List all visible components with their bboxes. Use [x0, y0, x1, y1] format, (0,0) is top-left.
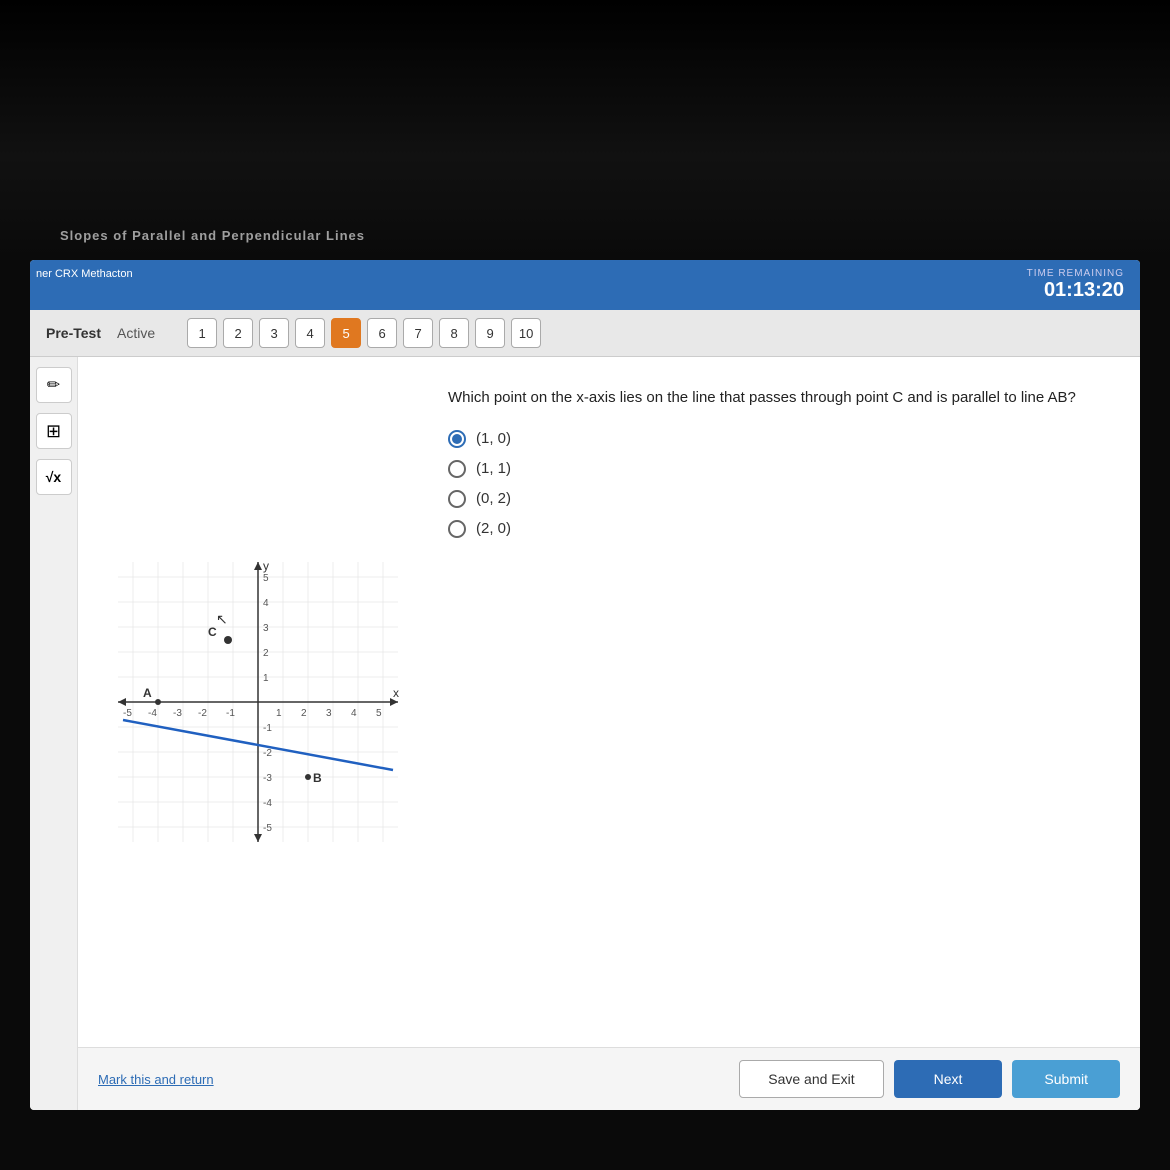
next-button[interactable]: Next: [894, 1060, 1003, 1098]
svg-text:1: 1: [276, 708, 282, 719]
formula-tool-button[interactable]: √x: [36, 459, 72, 495]
svg-text:2: 2: [301, 708, 307, 719]
mark-return-link[interactable]: Mark this and return: [98, 1072, 214, 1087]
active-label: Active: [117, 325, 155, 341]
svg-text:A: A: [143, 686, 152, 700]
svg-text:1: 1: [263, 673, 269, 684]
svg-text:2: 2: [263, 648, 269, 659]
svg-text:3: 3: [326, 708, 332, 719]
bottom-buttons: Save and Exit Next Submit: [739, 1060, 1120, 1098]
time-remaining-block: TIME REMAINING 01:13:20: [1027, 268, 1124, 302]
top-bar: TIME REMAINING 01:13:20: [30, 260, 1140, 310]
coordinate-graph: x y 1 2 3 4 5 -1 -2 -3 -4 -5: [108, 552, 408, 852]
answer-option-3[interactable]: (0, 2): [448, 490, 1120, 508]
q-num-9[interactable]: 9: [475, 318, 505, 348]
content-area: x y 1 2 3 4 5 -1 -2 -3 -4 -5: [78, 357, 1140, 1110]
radio-4[interactable]: [448, 520, 466, 538]
app-window: TIME REMAINING 01:13:20 Pre-Test Active …: [30, 260, 1140, 1110]
q-num-3[interactable]: 3: [259, 318, 289, 348]
main-content: ✏ ⊞ √x: [30, 357, 1140, 1110]
q-num-10[interactable]: 10: [511, 318, 541, 348]
svg-text:-1: -1: [226, 708, 235, 719]
graph-container: x y 1 2 3 4 5 -1 -2 -3 -4 -5: [98, 377, 418, 1027]
radio-2[interactable]: [448, 460, 466, 478]
answer-option-4[interactable]: (2, 0): [448, 520, 1120, 538]
tools-sidebar: ✏ ⊞ √x: [30, 357, 78, 1110]
q-num-5[interactable]: 5: [331, 318, 361, 348]
answer-options: (1, 0) (1, 1) (0, 2): [448, 430, 1120, 538]
q-num-7[interactable]: 7: [403, 318, 433, 348]
q-num-8[interactable]: 8: [439, 318, 469, 348]
q-num-2[interactable]: 2: [223, 318, 253, 348]
svg-text:4: 4: [351, 708, 357, 719]
svg-text:C: C: [208, 625, 217, 639]
answer-option-1[interactable]: (1, 0): [448, 430, 1120, 448]
svg-text:-3: -3: [173, 708, 182, 719]
svg-text:x: x: [393, 686, 399, 700]
page-title-partial: Slopes of Parallel and Perpendicular Lin…: [60, 228, 365, 243]
answer-label-3: (0, 2): [476, 490, 511, 507]
svg-text:-5: -5: [263, 823, 272, 834]
svg-text:5: 5: [263, 573, 269, 584]
svg-text:3: 3: [263, 623, 269, 634]
svg-text:B: B: [313, 771, 322, 785]
radio-3[interactable]: [448, 490, 466, 508]
q-num-6[interactable]: 6: [367, 318, 397, 348]
svg-text:↖: ↖: [216, 611, 228, 627]
svg-text:-2: -2: [198, 708, 207, 719]
question-area: x y 1 2 3 4 5 -1 -2 -3 -4 -5: [78, 357, 1140, 1047]
svg-text:y: y: [263, 559, 269, 573]
pre-test-label: Pre-Test: [46, 325, 101, 341]
answer-label-2: (1, 1): [476, 460, 511, 477]
answer-option-2[interactable]: (1, 1): [448, 460, 1120, 478]
question-text-area: Which point on the x-axis lies on the li…: [448, 377, 1120, 1027]
svg-text:4: 4: [263, 598, 269, 609]
submit-button[interactable]: Submit: [1012, 1060, 1120, 1098]
pencil-tool-button[interactable]: ✏: [36, 367, 72, 403]
time-value: 01:13:20: [1027, 279, 1124, 302]
svg-text:-3: -3: [263, 773, 272, 784]
svg-text:-2: -2: [263, 748, 272, 759]
svg-text:5: 5: [376, 708, 382, 719]
answer-label-1: (1, 0): [476, 430, 511, 447]
crx-label: ner CRX Methacton: [36, 268, 133, 280]
bottom-bar: Mark this and return Save and Exit Next …: [78, 1047, 1140, 1110]
radio-inner-1: [452, 434, 462, 444]
radio-1[interactable]: [448, 430, 466, 448]
time-label: TIME REMAINING: [1027, 268, 1124, 279]
question-numbers: 1 2 3 4 5 6 7 8 9 10: [187, 318, 541, 348]
q-num-4[interactable]: 4: [295, 318, 325, 348]
svg-text:-5: -5: [123, 708, 132, 719]
svg-text:-4: -4: [263, 798, 272, 809]
calculator-tool-button[interactable]: ⊞: [36, 413, 72, 449]
q-num-1[interactable]: 1: [187, 318, 217, 348]
svg-text:-1: -1: [263, 723, 272, 734]
question-text: Which point on the x-axis lies on the li…: [448, 387, 1120, 410]
sub-bar: Pre-Test Active 1 2 3 4 5 6 7 8 9 10: [30, 310, 1140, 357]
svg-text:-4: -4: [148, 708, 157, 719]
answer-label-4: (2, 0): [476, 520, 511, 537]
save-exit-button[interactable]: Save and Exit: [739, 1060, 883, 1098]
